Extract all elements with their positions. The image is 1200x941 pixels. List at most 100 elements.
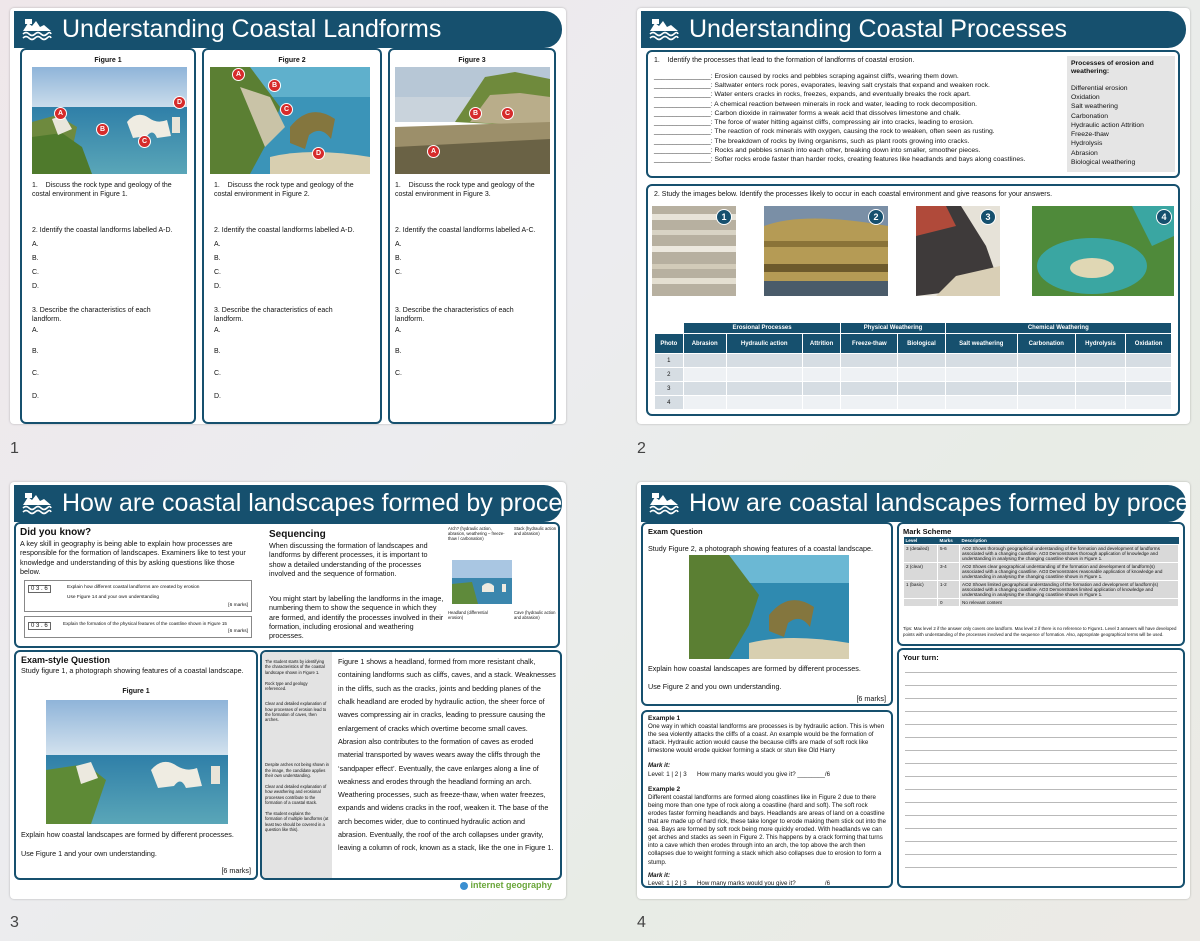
- answer-line[interactable]: C.: [32, 268, 39, 277]
- definition-item[interactable]: _______________: Rocks and pebbles smash…: [654, 146, 1074, 155]
- answer-line[interactable]: A.: [32, 240, 39, 249]
- level-line[interactable]: Level: 1 | 2 | 3 How many marks would yo…: [648, 771, 830, 778]
- table-cell[interactable]: [944, 353, 1018, 368]
- table-cell[interactable]: [944, 381, 1018, 396]
- table-cell[interactable]: [840, 381, 899, 396]
- answer-line[interactable]: B.: [214, 254, 221, 263]
- table-cell[interactable]: [801, 395, 842, 410]
- table-cell[interactable]: [1074, 395, 1127, 410]
- answer-line[interactable]: D.: [214, 392, 221, 401]
- table-cell[interactable]: [1125, 381, 1172, 396]
- table-cell[interactable]: [1125, 367, 1172, 382]
- answer-line[interactable]: [905, 686, 1177, 699]
- definition-item[interactable]: _______________: The reaction of rock mi…: [654, 127, 1074, 136]
- table-cell[interactable]: [725, 395, 803, 410]
- answer-line[interactable]: A.: [395, 326, 402, 335]
- figure-3-panel: Figure 3 B C A 1. Discuss the rock type …: [388, 48, 556, 424]
- answer-line[interactable]: D.: [214, 282, 221, 291]
- table-cell[interactable]: [1074, 353, 1127, 368]
- answer-line[interactable]: C.: [395, 268, 402, 277]
- photo-number-badge: 4: [1156, 209, 1172, 225]
- answer-line[interactable]: A.: [32, 326, 39, 335]
- table-cell[interactable]: [897, 367, 946, 382]
- level-line[interactable]: Level: 1 | 2 | 3 How many marks would yo…: [648, 880, 830, 886]
- answer-line[interactable]: [905, 660, 1177, 673]
- table-cell[interactable]: [897, 395, 946, 410]
- answer-line[interactable]: A.: [214, 240, 221, 249]
- table-cell[interactable]: [840, 395, 899, 410]
- slide-3[interactable]: How are coastal landscapes formed by pro…: [10, 482, 566, 899]
- answer-line[interactable]: C.: [395, 369, 402, 378]
- answer-line[interactable]: [905, 751, 1177, 764]
- definition-item[interactable]: _______________: Water enters cracks in …: [654, 90, 1074, 99]
- table-cell[interactable]: [1125, 395, 1172, 410]
- answer-line[interactable]: [905, 725, 1177, 738]
- table-cell[interactable]: [897, 381, 946, 396]
- definition-item[interactable]: _______________: Erosion caused by rocks…: [654, 72, 1074, 81]
- marker-d: D: [173, 96, 186, 109]
- process-item: Abrasion: [1071, 149, 1098, 157]
- table-cell[interactable]: [1016, 395, 1076, 410]
- table-cell[interactable]: [801, 367, 842, 382]
- table-cell[interactable]: [840, 367, 899, 382]
- slide-2[interactable]: Understanding Coastal Processes 1. Ident…: [637, 8, 1190, 424]
- table-cell[interactable]: [944, 367, 1018, 382]
- table-cell[interactable]: [1074, 367, 1127, 382]
- definition-item[interactable]: _______________: Softer rocks erode fast…: [654, 155, 1074, 164]
- answer-line[interactable]: [905, 790, 1177, 803]
- answer-line[interactable]: [905, 816, 1177, 829]
- slide-1[interactable]: Understanding Coastal Landforms Figure 1…: [10, 8, 566, 424]
- answer-line[interactable]: C.: [214, 369, 221, 378]
- answer-line[interactable]: B.: [214, 347, 221, 356]
- table-cell[interactable]: [801, 381, 842, 396]
- answer-line[interactable]: A.: [214, 326, 221, 335]
- examples-panel: Example 1 One way in which coastal landf…: [641, 710, 893, 888]
- table-cell[interactable]: [801, 353, 842, 368]
- answer-line[interactable]: [905, 803, 1177, 816]
- answer-line[interactable]: B.: [32, 254, 39, 263]
- answer-line[interactable]: D.: [32, 392, 39, 401]
- answer-line[interactable]: [905, 738, 1177, 751]
- marker-a: B: [469, 107, 482, 120]
- definition-item[interactable]: _______________: Carbon dioxide in rainw…: [654, 109, 1074, 118]
- slide-4[interactable]: How are coastal landscapes formed by pro…: [637, 482, 1190, 899]
- answer-line[interactable]: [905, 829, 1177, 842]
- group-header: Erosional Processes: [682, 322, 842, 334]
- table-cell[interactable]: [1074, 381, 1127, 396]
- answer-line[interactable]: C.: [32, 369, 39, 378]
- answer-line[interactable]: D.: [32, 282, 39, 291]
- answer-line[interactable]: [905, 777, 1177, 790]
- table-cell[interactable]: [897, 353, 946, 368]
- table-cell[interactable]: [1016, 353, 1076, 368]
- table-cell[interactable]: [725, 353, 803, 368]
- definition-item[interactable]: _______________: The breakdown of rocks …: [654, 137, 1074, 146]
- table-cell[interactable]: [725, 381, 803, 396]
- definition-item[interactable]: _______________: The force of water hitt…: [654, 118, 1074, 127]
- definition-item[interactable]: _______________: Saltwater enters rock p…: [654, 81, 1074, 90]
- exam-style-panel: Exam-style Question Study figure 1, a ph…: [14, 650, 258, 880]
- table-cell[interactable]: [944, 395, 1018, 410]
- answer-line[interactable]: [905, 764, 1177, 777]
- answer-line[interactable]: B.: [395, 254, 402, 263]
- answer-line[interactable]: [905, 699, 1177, 712]
- answer-line[interactable]: B.: [395, 347, 402, 356]
- table-cell[interactable]: [682, 395, 727, 410]
- answer-lines[interactable]: [905, 660, 1177, 868]
- answer-line[interactable]: C.: [214, 268, 221, 277]
- definition-item[interactable]: _______________: A chemical reaction bet…: [654, 100, 1074, 109]
- table-cell[interactable]: [725, 367, 803, 382]
- answer-line[interactable]: B.: [32, 347, 39, 356]
- mark-scheme-row: 3 (detailed) 5-6 AO2 Shows thorough geogra…: [903, 544, 1179, 563]
- answer-line[interactable]: [905, 712, 1177, 725]
- answer-line[interactable]: A.: [395, 240, 402, 249]
- answer-line[interactable]: [905, 855, 1177, 868]
- answer-line[interactable]: [905, 673, 1177, 686]
- table-cell[interactable]: [1016, 381, 1076, 396]
- table-cell[interactable]: [682, 381, 727, 396]
- answer-line[interactable]: [905, 842, 1177, 855]
- table-cell[interactable]: [682, 367, 727, 382]
- table-cell[interactable]: [1016, 367, 1076, 382]
- table-cell[interactable]: [840, 353, 899, 368]
- table-cell[interactable]: [1125, 353, 1172, 368]
- table-cell[interactable]: [682, 353, 727, 368]
